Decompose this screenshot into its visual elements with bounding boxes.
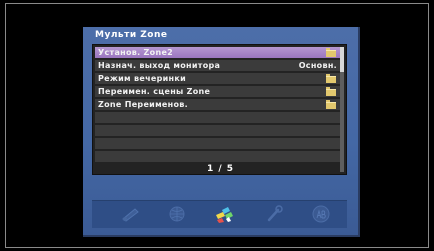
folder-icon — [326, 48, 336, 57]
menu-empty-row — [95, 151, 340, 162]
wrench-icon[interactable] — [264, 204, 286, 224]
category-toolbar — [92, 200, 347, 228]
menu-item-zone2-setup[interactable]: Установ. Zone2 — [95, 47, 340, 58]
speaker-setup-icon[interactable] — [120, 204, 142, 224]
menu-item-label: Назнач. выход монитора — [98, 61, 221, 70]
folder-icon — [326, 100, 336, 109]
globe-network-icon[interactable] — [166, 204, 188, 224]
menu-item-monitor-out[interactable]: Назнач. выход монитора Основн. — [95, 60, 340, 71]
menu-empty-row — [95, 125, 340, 136]
menu-item-label: Установ. Zone2 — [98, 48, 174, 57]
page-indicator: 1 / 5 — [206, 164, 235, 174]
menu-scrollbar[interactable] — [340, 47, 344, 172]
menu-item-zone-rename[interactable]: Zone Переименов. — [95, 99, 340, 110]
menu-list: Установ. Zone2 Назнач. выход монитора Ос… — [92, 44, 347, 175]
setup-menu-panel: Мульти Zone Установ. Zone2 Назнач. выход… — [83, 27, 360, 237]
scrollbar-thumb[interactable] — [340, 47, 344, 72]
folder-icon — [326, 87, 336, 96]
menu-item-value: Основн. — [298, 61, 337, 70]
abc-language-icon[interactable] — [310, 204, 332, 224]
folder-icon — [326, 74, 336, 83]
menu-empty-row — [95, 112, 340, 123]
menu-item-label: Режим вечеринки — [98, 74, 186, 83]
menu-item-label: Zone Переименов. — [98, 100, 188, 109]
menu-empty-row — [95, 138, 340, 149]
multi-zone-icon[interactable] — [213, 204, 235, 224]
menu-item-scene-rename[interactable]: Переимен. сцены Zone — [95, 86, 340, 97]
tv-screen: Мульти Zone Установ. Zone2 Назнач. выход… — [0, 0, 434, 251]
menu-item-label: Переимен. сцены Zone — [98, 87, 211, 96]
menu-item-party-mode[interactable]: Режим вечеринки — [95, 73, 340, 84]
menu-title: Мульти Zone — [95, 30, 168, 40]
